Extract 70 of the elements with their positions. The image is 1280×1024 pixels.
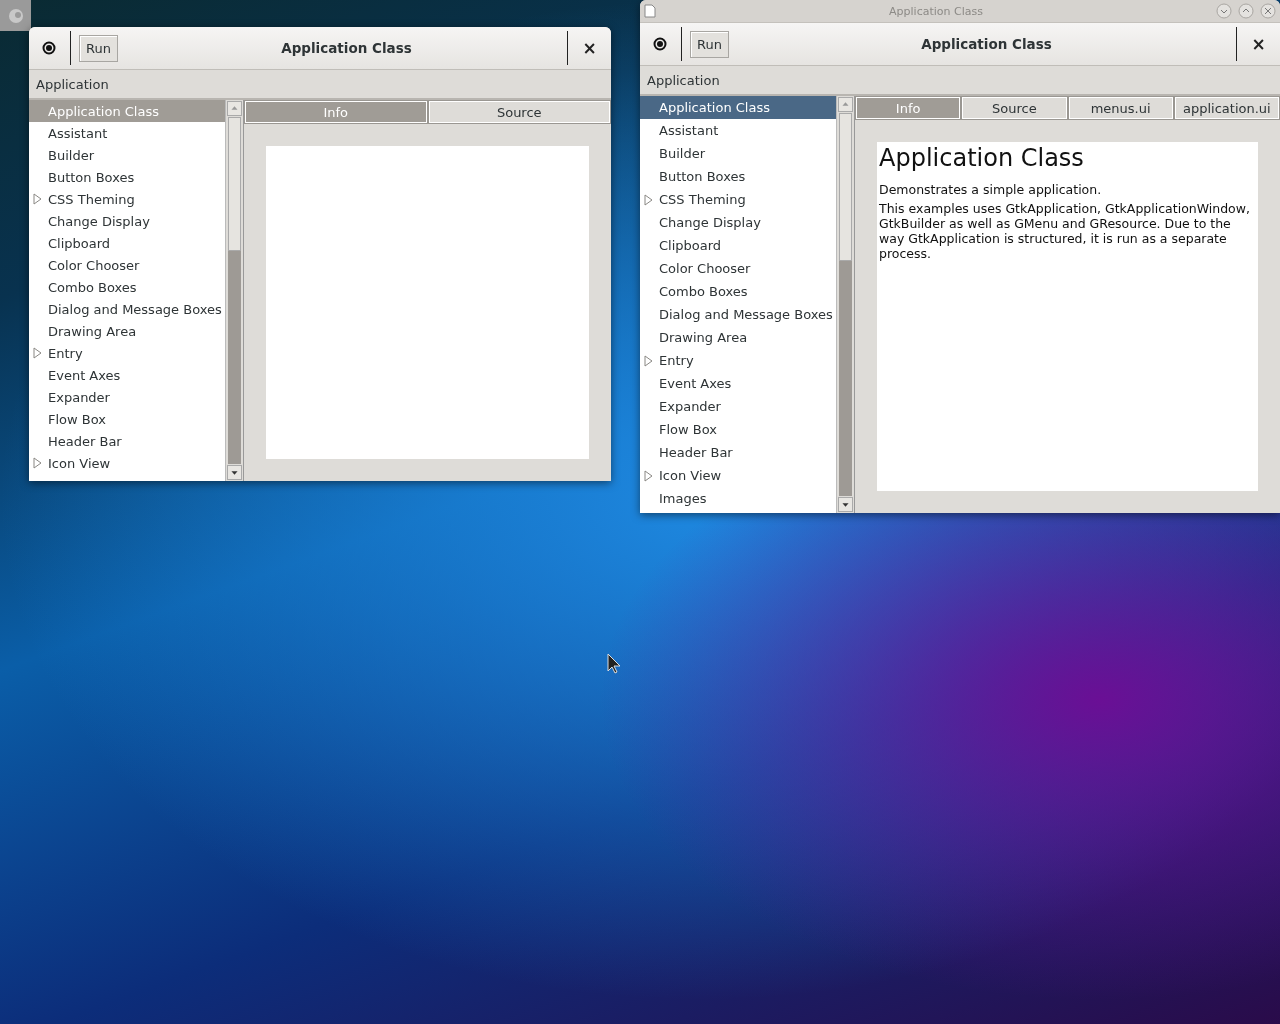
run-button[interactable]: Run (79, 34, 118, 62)
window-title: Application Class (888, 4, 984, 18)
window-title: Application Class (280, 40, 413, 56)
scrollbar[interactable] (836, 96, 854, 513)
expander-icon[interactable] (33, 457, 43, 469)
tab[interactable]: application.ui (1174, 97, 1279, 119)
demo-list-item[interactable]: CSS Theming (640, 188, 836, 211)
scrollbar[interactable] (225, 100, 243, 481)
expander-icon[interactable] (33, 347, 43, 359)
scroll-down-icon[interactable] (227, 465, 242, 480)
scroll-up-icon[interactable] (227, 101, 242, 116)
demo-list-item[interactable]: Header Bar (640, 441, 836, 464)
demo-list-item[interactable]: Entry (640, 349, 836, 372)
expander-icon[interactable] (644, 469, 654, 482)
demo-list-item[interactable]: Expander (640, 395, 836, 418)
record-icon[interactable] (42, 41, 56, 55)
demo-list-item[interactable]: Images (640, 487, 836, 510)
demo-list-item[interactable]: Clipboard (29, 232, 225, 254)
tab[interactable]: menus.ui (1068, 97, 1173, 119)
demo-list-item[interactable]: Change Display (29, 210, 225, 232)
close-icon[interactable] (1260, 3, 1276, 19)
expander-icon[interactable] (644, 354, 654, 367)
run-button[interactable]: Run (690, 30, 729, 58)
scroll-up-icon[interactable] (838, 97, 853, 112)
menu-item[interactable]: Application (647, 72, 720, 88)
description-text: This examples uses GtkApplication, GtkApplicationWindow, GtkBuilder as well as GMenu and GResource. Due to the way GtkApplication is structured, it is run as a separate process. (879, 201, 1251, 261)
page-heading: Application Class (879, 144, 1085, 172)
demo-list-item[interactable]: Icon View (29, 452, 225, 474)
demo-list-item[interactable]: Button Boxes (29, 166, 225, 188)
demo-list-item[interactable]: Color Chooser (29, 254, 225, 276)
demo-list-item[interactable]: Drawing Area (640, 326, 836, 349)
minimize-icon[interactable] (1216, 3, 1232, 19)
close-button[interactable]: × (1237, 23, 1280, 65)
demo-list-item[interactable]: Dialog and Message Boxes (29, 298, 225, 320)
demo-list-item[interactable]: Icon View (640, 464, 836, 487)
description-text: Demonstrates a simple application. (879, 182, 1103, 197)
demo-list-item[interactable]: Button Boxes (640, 165, 836, 188)
scroll-down-icon[interactable] (838, 497, 853, 512)
demo-list-item[interactable]: CSS Theming (29, 188, 225, 210)
tab[interactable]: Source (428, 101, 610, 123)
window-title: Application Class (920, 36, 1053, 52)
demo-list-item[interactable]: Dialog and Message Boxes (640, 303, 836, 326)
close-button[interactable]: × (568, 27, 611, 69)
launcher-tile[interactable] (0, 0, 31, 31)
demo-list-item[interactable]: Assistant (640, 119, 836, 142)
demo-list-item[interactable]: Flow Box (640, 418, 836, 441)
demo-list-item[interactable]: Clipboard (640, 234, 836, 257)
maximize-icon[interactable] (1238, 3, 1254, 19)
demo-list-item[interactable]: Header Bar (29, 430, 225, 452)
demo-list-item[interactable]: Drawing Area (29, 320, 225, 342)
demo-list-item[interactable]: Combo Boxes (640, 280, 836, 303)
record-icon[interactable] (653, 37, 667, 51)
tab[interactable]: Source (962, 97, 1067, 119)
demo-list-item[interactable]: Expander (29, 386, 225, 408)
demo-list-item[interactable]: Application Class (640, 96, 836, 119)
demo-list-item[interactable]: Change Display (640, 211, 836, 234)
demo-list-item[interactable]: Event Axes (640, 372, 836, 395)
menu-item[interactable]: Application (36, 76, 109, 92)
demo-list-item[interactable]: Entry (29, 342, 225, 364)
demo-list-item[interactable]: Assistant (29, 122, 225, 144)
demo-list-item[interactable]: Combo Boxes (29, 276, 225, 298)
document-icon (644, 4, 656, 18)
expander-icon[interactable] (644, 193, 654, 206)
demo-list-item[interactable]: Flow Box (29, 408, 225, 430)
demo-list-item[interactable]: Color Chooser (640, 257, 836, 280)
demo-list-item[interactable]: Builder (640, 142, 836, 165)
mouse-pointer-icon (607, 653, 621, 675)
demo-list-item[interactable]: Event Axes (29, 364, 225, 386)
expander-icon[interactable] (33, 193, 43, 205)
demo-list-item[interactable]: Builder (29, 144, 225, 166)
